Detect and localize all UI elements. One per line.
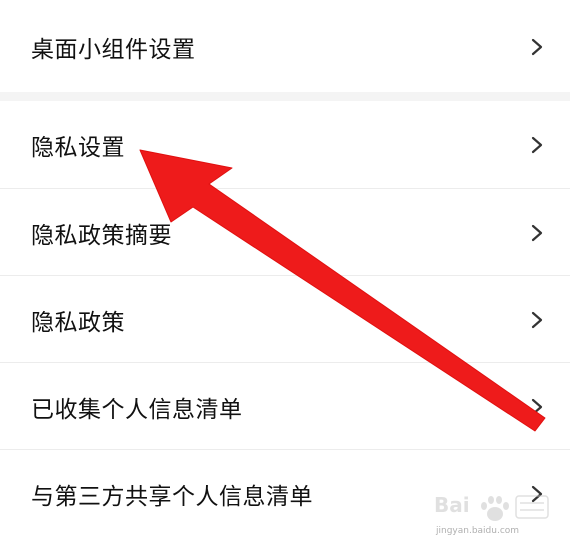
row-label: 桌面小组件设置 bbox=[31, 36, 196, 63]
row-collected-personal-info-list[interactable]: 已收集个人信息清单 bbox=[0, 363, 570, 450]
settings-screen: 桌面小组件设置 隐私设置 隐私政策摘要 隐私政策 已收集个人信息清单 与第三方共… bbox=[0, 0, 570, 546]
row-label: 隐私政策 bbox=[31, 309, 125, 336]
chevron-right-icon bbox=[531, 136, 543, 153]
chevron-right-icon bbox=[531, 224, 543, 241]
row-label: 与第三方共享个人信息清单 bbox=[31, 483, 313, 510]
svg-text:Bai: Bai bbox=[434, 493, 470, 517]
settings-group-widgets: 桌面小组件设置 bbox=[0, 0, 570, 92]
row-privacy-settings[interactable]: 隐私设置 bbox=[0, 101, 570, 188]
chevron-right-icon bbox=[531, 311, 543, 328]
chevron-right-icon bbox=[531, 398, 543, 415]
row-label: 隐私政策摘要 bbox=[31, 222, 172, 249]
row-label: 已收集个人信息清单 bbox=[31, 396, 243, 423]
settings-group-privacy: 隐私设置 隐私政策摘要 隐私政策 已收集个人信息清单 与第三方共享个人信息清单 bbox=[0, 101, 570, 546]
chevron-right-icon bbox=[531, 38, 543, 55]
row-label: 隐私设置 bbox=[31, 134, 125, 161]
row-privacy-policy[interactable]: 隐私政策 bbox=[0, 276, 570, 363]
row-desktop-widget-settings[interactable]: 桌面小组件设置 bbox=[0, 3, 570, 90]
row-privacy-policy-summary[interactable]: 隐私政策摘要 bbox=[0, 189, 570, 276]
watermark-text: jingyan.baidu.com bbox=[436, 526, 520, 536]
